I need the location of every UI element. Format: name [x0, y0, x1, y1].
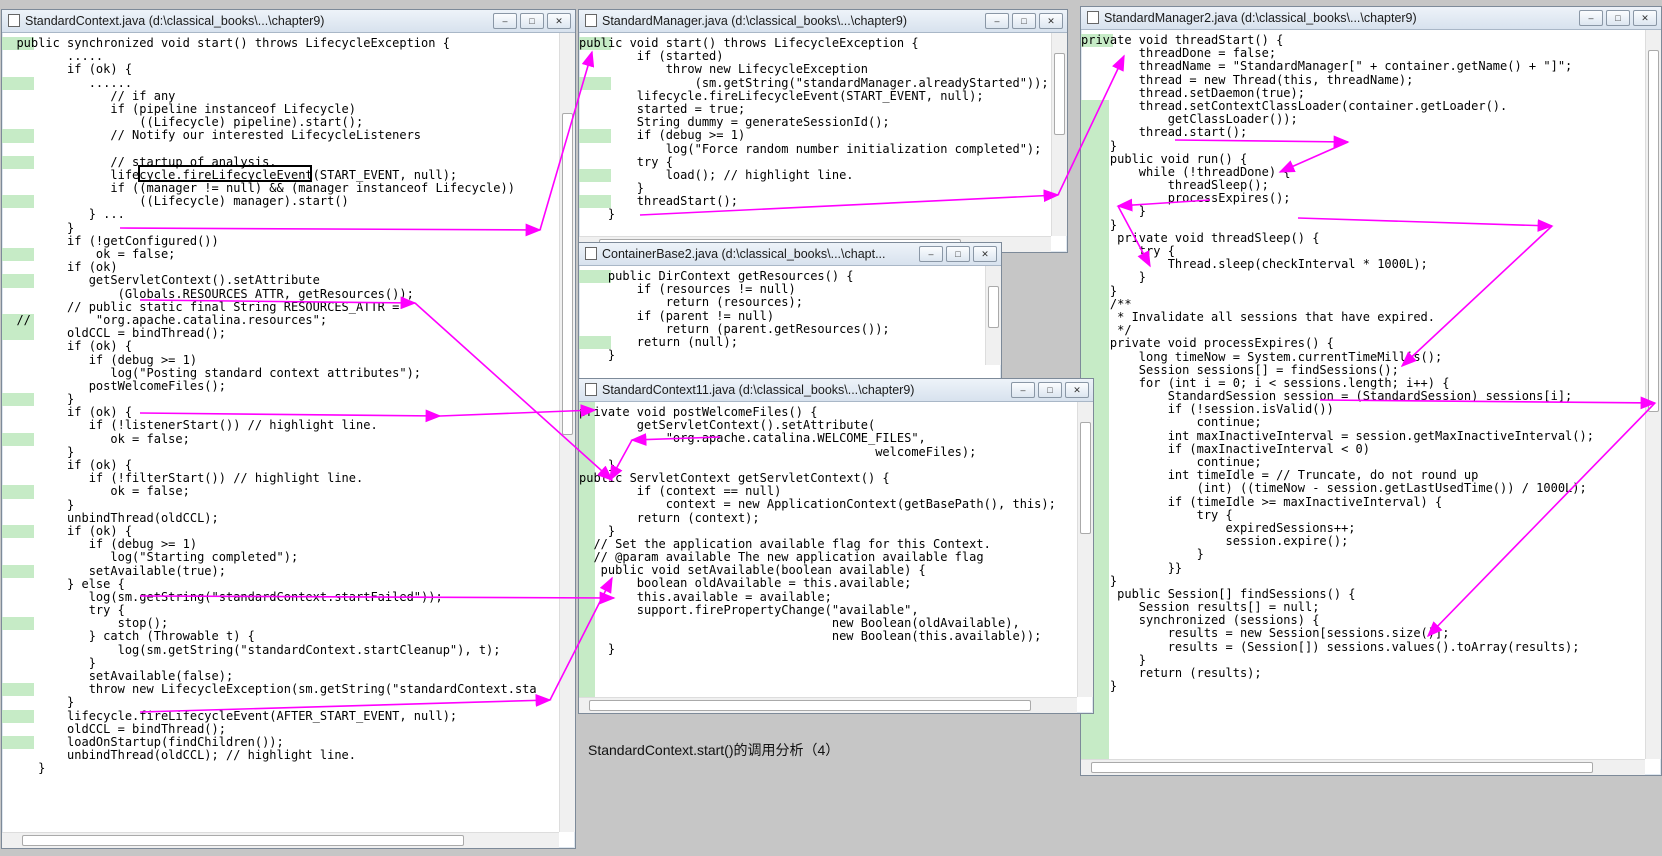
arrow-to-processexpires-def	[1400, 225, 1553, 368]
arrow-to-findsessions-def	[1426, 402, 1656, 638]
arrow-setavailable-false	[139, 694, 552, 713]
arrow-postwelcomefiles	[139, 409, 442, 423]
arrow-thread-start	[1174, 135, 1350, 149]
arrow-to-threadstart-call	[639, 189, 1060, 216]
arrow-manager-start	[119, 223, 542, 237]
arrow-getresources	[414, 302, 614, 482]
arrow-to-getservletcontext-def	[609, 439, 633, 482]
arrow-to-manager-window	[539, 50, 595, 231]
arrow-to-setavailable-def	[549, 576, 613, 701]
arrow-getservletcontext	[139, 296, 417, 310]
arrow-threadsleep	[1116, 198, 1211, 212]
arrow-processexpires	[1297, 217, 1554, 232]
arrow-inner-getservletcontext	[630, 433, 721, 446]
arrow-to-postwelcomefiles-def	[439, 404, 597, 417]
arrow-to-threadsleep-def	[1117, 205, 1151, 268]
highlight-box	[138, 165, 312, 182]
arrow-to-run	[1278, 141, 1349, 173]
arrow-findsessions	[1319, 396, 1657, 410]
arrow-to-threadstart-def	[1057, 54, 1125, 196]
arrow-setavailable-true	[139, 591, 616, 605]
call-flow-arrows	[119, 50, 1657, 713]
